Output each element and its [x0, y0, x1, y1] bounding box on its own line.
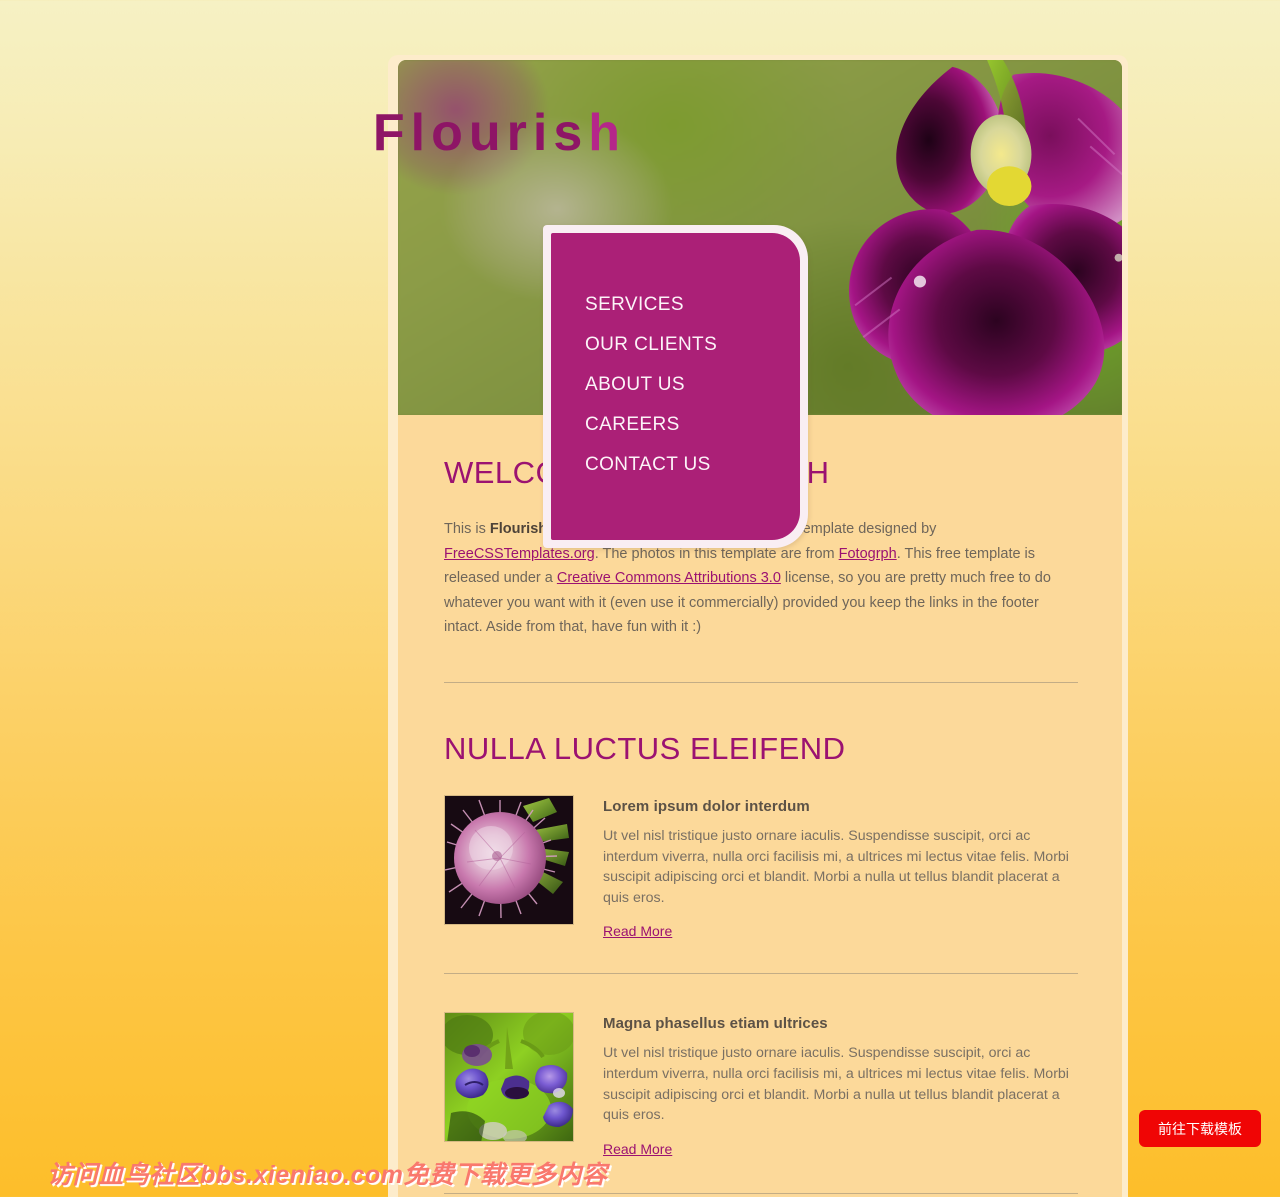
nav-item-our-clients[interactable]: OUR CLIENTS: [551, 325, 800, 365]
nav-item-about-us[interactable]: ABOUT US: [551, 365, 800, 405]
main-navigation: SERVICES OUR CLIENTS ABOUT US CAREERS CO…: [551, 233, 800, 540]
article-title: Lorem ipsum dolor interdum: [603, 797, 810, 815]
navigation-frame: SERVICES OUR CLIENTS ABOUT US CAREERS CO…: [543, 225, 808, 548]
read-more-link[interactable]: Read More: [603, 923, 672, 939]
link-creative-commons[interactable]: Creative Commons Attributions 3.0: [557, 570, 781, 586]
read-more-link[interactable]: Read More: [603, 1141, 672, 1157]
brand-name: Flourish: [489, 521, 548, 537]
article-body-text: Ut vel nisl tristique justo ornare iacul…: [603, 1045, 1069, 1124]
nav-item-contact-us[interactable]: CONTACT US: [551, 445, 800, 485]
article-thumbnail[interactable]: [444, 1012, 574, 1143]
section-heading: NULLA LUCTUS ELEIFEND: [444, 730, 846, 766]
thistle-flower-image: [445, 795, 573, 924]
divider: [444, 973, 1078, 975]
nav-item-careers[interactable]: CAREERS: [551, 405, 800, 445]
page-title-tail: h: [588, 104, 626, 162]
link-fotogrph[interactable]: Fotogrph: [839, 546, 897, 562]
welcome-text-1: This is: [444, 521, 490, 537]
article-item: Magna phasellus etiam ultrices Ut vel ni…: [444, 1012, 1078, 1158]
nav-link-our-clients[interactable]: OUR CLIENTS: [551, 325, 800, 365]
pansy-flower-image: [849, 60, 1122, 415]
page-title: Flourish: [176, 107, 626, 159]
nav-link-about-us[interactable]: ABOUT US: [551, 365, 800, 405]
bugle-flowers-image: [445, 1013, 573, 1142]
nav-link-contact-us[interactable]: CONTACT US: [551, 445, 800, 485]
download-template-button[interactable]: 前往下载模板: [1139, 1110, 1261, 1147]
nav-link-services[interactable]: SERVICES: [551, 285, 800, 325]
watermark-text: 访问血鸟社区bbs.xieniao.com免费下载更多内容: [47, 1161, 608, 1189]
page-title-main: Flouris: [372, 104, 589, 162]
article-thumbnail[interactable]: [444, 794, 574, 925]
divider: [444, 1192, 1078, 1194]
nav-link-careers[interactable]: CAREERS: [551, 405, 800, 445]
page-panel: Flourish SERVICES OUR CLIENTS ABOUT US C…: [373, 55, 1128, 1197]
article-body-text: Ut vel nisl tristique justo ornare iacul…: [603, 827, 1069, 906]
divider: [444, 681, 1078, 683]
nav-item-services[interactable]: SERVICES: [551, 285, 800, 325]
article-text-block: Magna phasellus etiam ultrices Ut vel ni…: [603, 1012, 1078, 1158]
article-item: Lorem ipsum dolor interdum Ut vel nisl t…: [444, 794, 1078, 941]
article-title: Magna phasellus etiam ultrices: [603, 1015, 828, 1033]
article-text-block: Lorem ipsum dolor interdum Ut vel nisl t…: [603, 795, 1078, 941]
nav-list: SERVICES OUR CLIENTS ABOUT US CAREERS CO…: [551, 233, 800, 485]
